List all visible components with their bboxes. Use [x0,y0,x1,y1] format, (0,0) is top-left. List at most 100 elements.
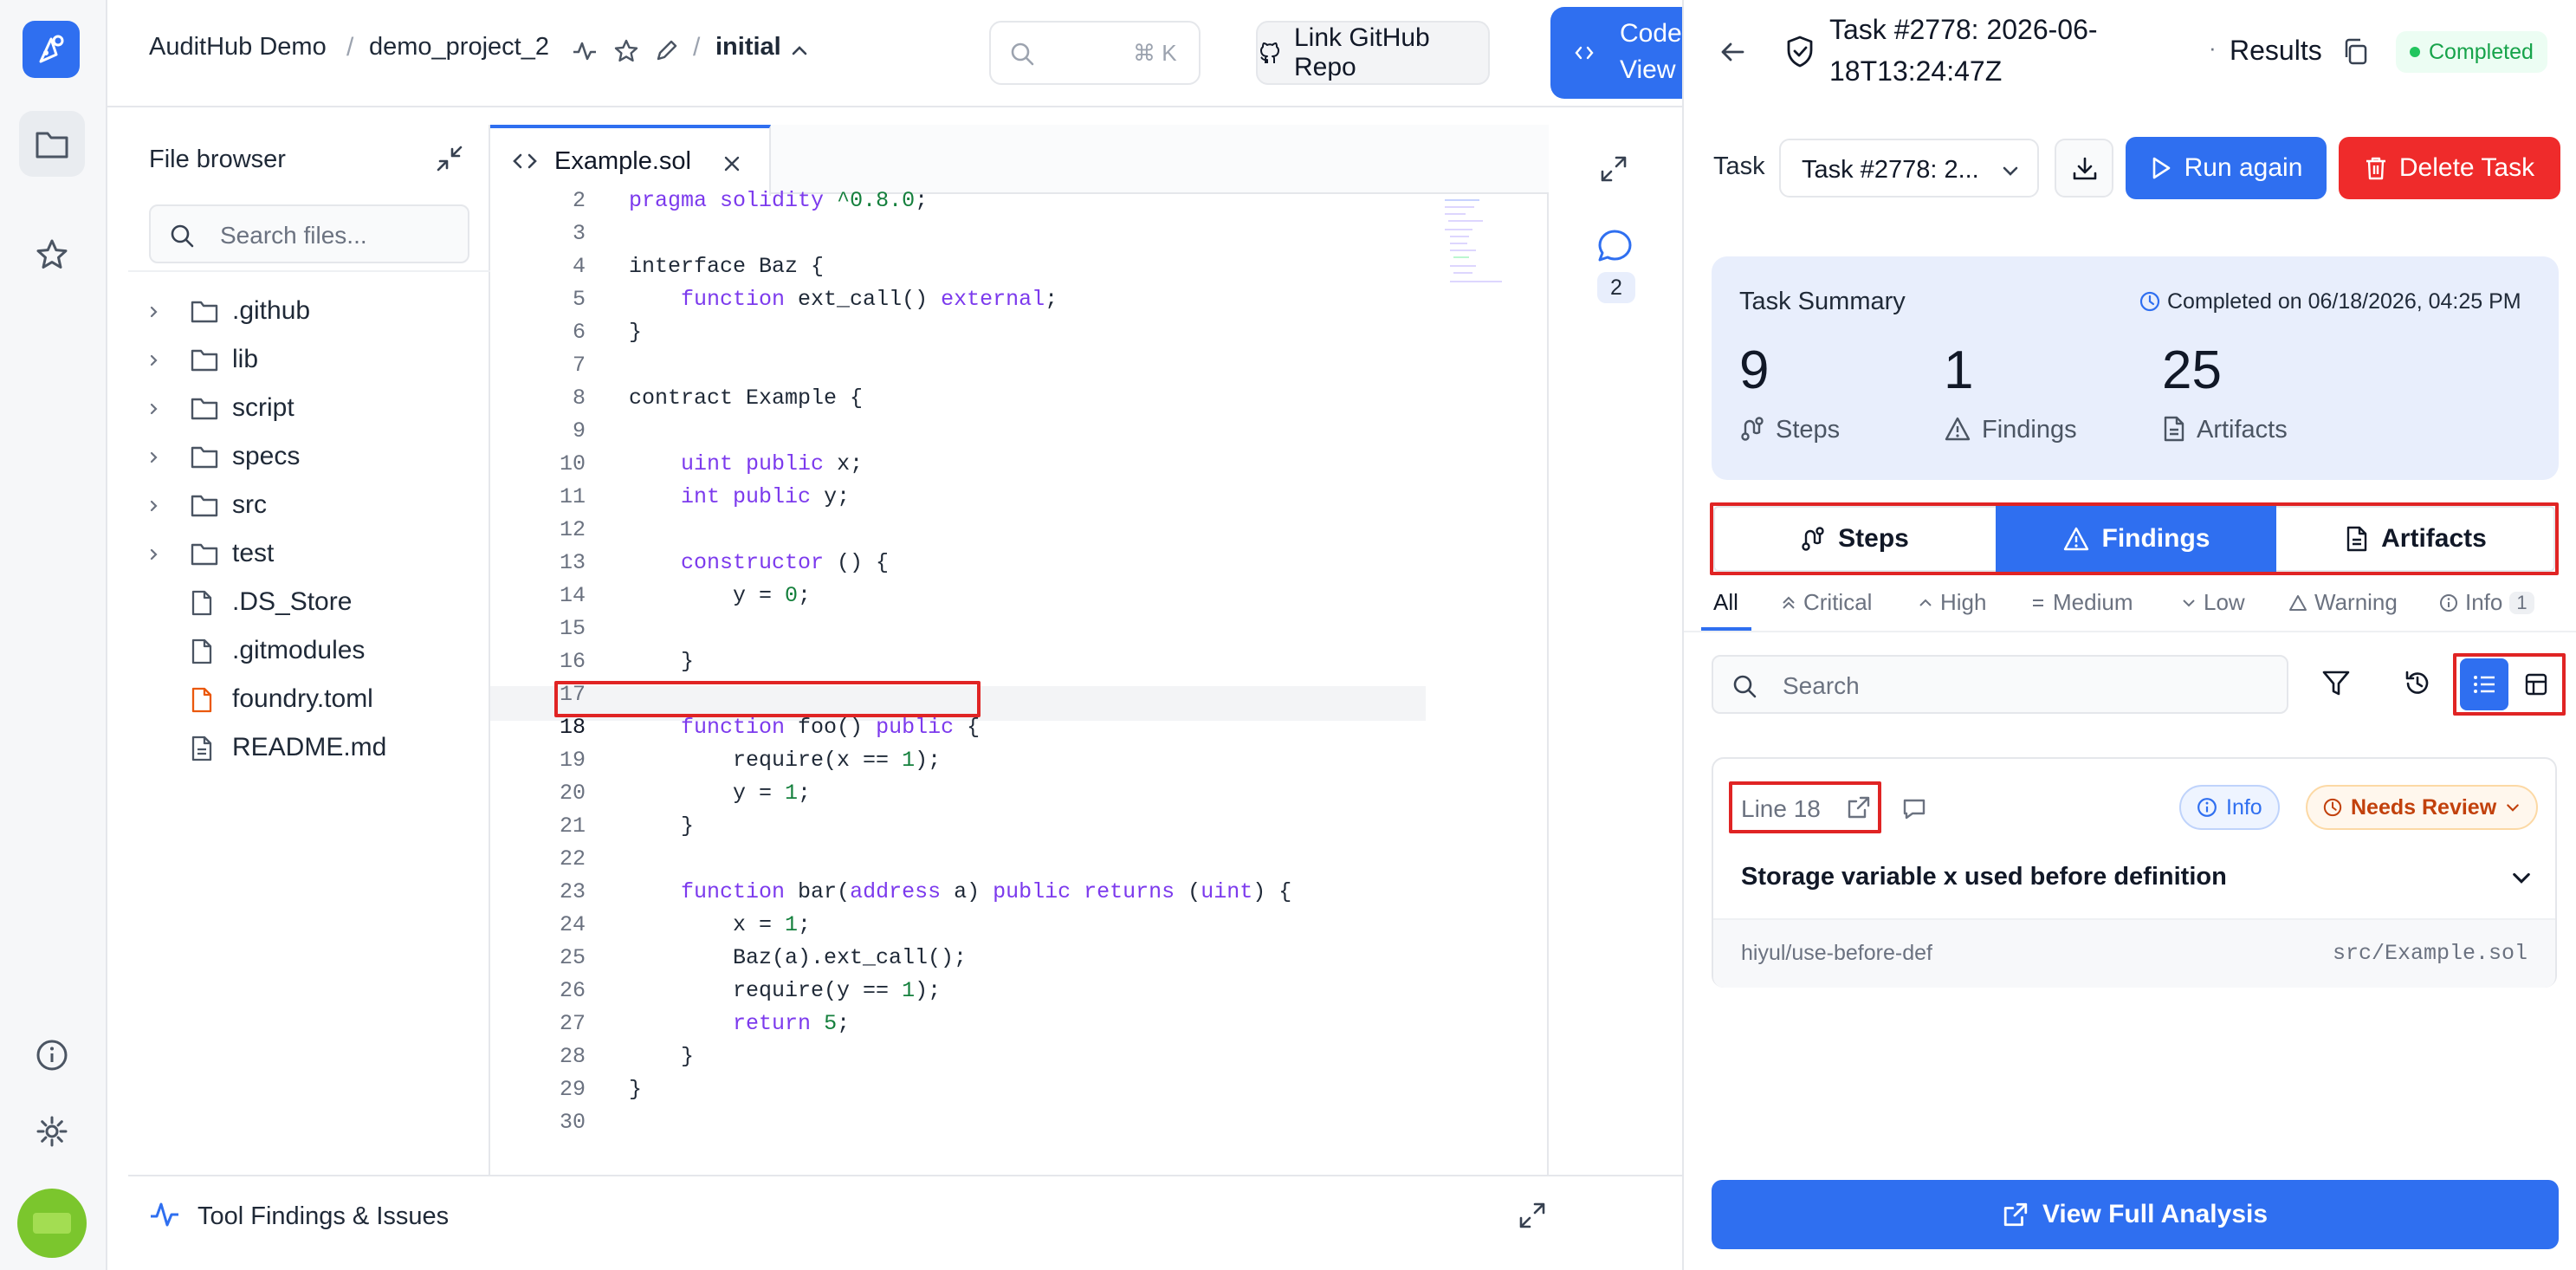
app-logo[interactable] [23,21,80,78]
code-line[interactable]: 8 contract Example { [490,383,1426,414]
comment-icon[interactable] [1902,797,1926,821]
chevron-up-icon[interactable] [790,42,809,61]
code-line[interactable]: 21 } [490,811,1426,842]
code-text: contract Example { [629,386,864,411]
list-view-toggle[interactable] [2460,658,2508,710]
chevron-right-icon[interactable] [147,305,161,319]
expand-icon[interactable] [1599,154,1628,184]
filter-all[interactable]: All [1713,589,1738,616]
code-line[interactable]: 24 x = 1; [490,910,1426,941]
code-line[interactable]: 27 return 5; [490,1008,1426,1040]
table-view-toggle[interactable] [2512,658,2560,710]
severity-badge-info: Info [2179,785,2280,830]
breadcrumb-version[interactable]: initial [715,33,781,62]
expand-icon[interactable] [1518,1201,1547,1230]
code-line[interactable]: 4 interface Baz { [490,251,1426,282]
code-line[interactable]: 13 constructor () { [490,548,1426,579]
code-line[interactable]: 18 function foo() public { [490,712,1426,743]
copy-icon[interactable] [2342,38,2368,66]
chevron-down-icon[interactable] [2510,866,2533,889]
code-line[interactable]: 2 pragma solidity ^0.8.0; [490,185,1426,217]
code-line[interactable]: 17 [490,679,1426,710]
breadcrumb-org[interactable]: AuditHub Demo [149,33,327,62]
global-search[interactable]: ⌘ K [989,21,1201,85]
filter-medium[interactable]: Medium [2030,589,2133,616]
code-area[interactable]: 2 pragma solidity ^0.8.0; 3 4 interface Baz … [490,185,1426,1173]
code-line[interactable]: 29} [490,1074,1426,1105]
code-line[interactable]: 12 [490,515,1426,546]
back-arrow-icon[interactable] [1718,38,1746,66]
close-tab-icon[interactable] [722,154,741,173]
code-line[interactable]: 28 } [490,1041,1426,1072]
chevron-right-icon[interactable] [147,499,161,513]
edit-pencil-icon[interactable] [655,38,679,62]
file-name: README.md [232,733,387,761]
filter-critical[interactable]: Critical [1781,589,1872,616]
run-again-button[interactable]: Run again [2126,137,2327,199]
finding-card[interactable]: Line 18 Info Needs Review Storage variab… [1712,757,2557,988]
chevron-right-icon[interactable] [147,353,161,367]
code-line[interactable]: 30 [490,1107,1426,1138]
delete-task-button[interactable]: Delete Task [2339,137,2560,199]
code-line[interactable]: 11 int public y; [490,482,1426,513]
code-line[interactable]: 26 require(y == 1); [490,975,1426,1007]
code-line[interactable]: 25 Baz(a).ext_call(); [490,943,1426,974]
code-line[interactable]: 14 y = 0; [490,580,1426,612]
code-line[interactable]: 19 require(x == 1); [490,745,1426,776]
status-dot [2410,47,2420,57]
line-number: 23 [559,879,586,904]
filter-funnel-icon[interactable] [2321,669,2351,698]
code-text: require(x == 1); [629,748,942,773]
tab-steps[interactable]: Steps [1715,508,1994,570]
filter-info[interactable]: Info 1 [2439,589,2534,616]
breadcrumb-project[interactable]: demo_project_2 [369,33,549,62]
chevron-right-icon[interactable] [147,450,161,464]
code-line[interactable]: 16 } [490,646,1426,677]
line-number: 3 [572,221,586,246]
finding-line-link[interactable]: Line 18 [1741,795,1821,823]
task-selector[interactable]: Task #2778: 2... [1779,139,2039,198]
info-nav-icon[interactable] [19,1022,85,1088]
code-line[interactable]: 5 function ext_call() external; [490,284,1426,315]
filter-high[interactable]: High [1918,589,1986,616]
line-number: 22 [559,846,586,872]
user-avatar[interactable] [17,1189,87,1258]
code-line[interactable]: 15 [490,613,1426,645]
settings-gear-icon[interactable] [19,1098,85,1164]
finding-file[interactable]: src/Example.sol [2333,941,2527,966]
view-full-analysis-button[interactable]: View Full Analysis [1712,1180,2559,1249]
code-line[interactable]: 20 y = 1; [490,778,1426,809]
external-link-icon[interactable] [1847,795,1871,820]
activity-icon[interactable] [572,38,598,64]
minimap[interactable] [1429,194,1542,289]
findings-search-input[interactable]: Search [1712,655,2288,714]
line-number: 24 [559,912,586,937]
filter-warning[interactable]: Warning [2288,589,2398,616]
line-number: 6 [572,320,586,345]
chevron-right-icon[interactable] [147,548,161,561]
download-button[interactable] [2055,139,2113,198]
link-github-button[interactable]: Link GitHub Repo [1256,21,1490,85]
review-status-dropdown[interactable]: Needs Review [2306,785,2539,830]
code-line[interactable]: 22 [490,844,1426,875]
filter-low[interactable]: Low [2181,589,2245,616]
code-line[interactable]: 6} [490,317,1426,348]
line-number: 19 [559,748,586,773]
code-line[interactable]: 3 [490,218,1426,249]
file-name: .gitmodules [232,636,366,664]
chevron-right-icon[interactable] [147,402,161,416]
tab-artifacts[interactable]: Artifacts [2278,508,2553,570]
favorite-star-icon[interactable] [613,38,639,64]
tab-findings[interactable]: Findings [1996,506,2276,572]
code-line[interactable]: 9 [490,416,1426,447]
files-nav-icon[interactable] [19,111,85,177]
file-search-input[interactable]: Search files... [149,204,469,263]
history-icon[interactable] [2403,669,2432,698]
collapse-icon[interactable] [435,144,464,173]
comments-icon[interactable] [1595,227,1634,265]
code-line[interactable]: 7 [490,350,1426,381]
code-line[interactable]: 23 function bar(address a) public return… [490,877,1426,908]
tool-findings-panel[interactable]: Tool Findings & Issues [128,1175,1682,1258]
code-line[interactable]: 10 uint public x; [490,449,1426,480]
star-nav-icon[interactable] [19,222,85,288]
